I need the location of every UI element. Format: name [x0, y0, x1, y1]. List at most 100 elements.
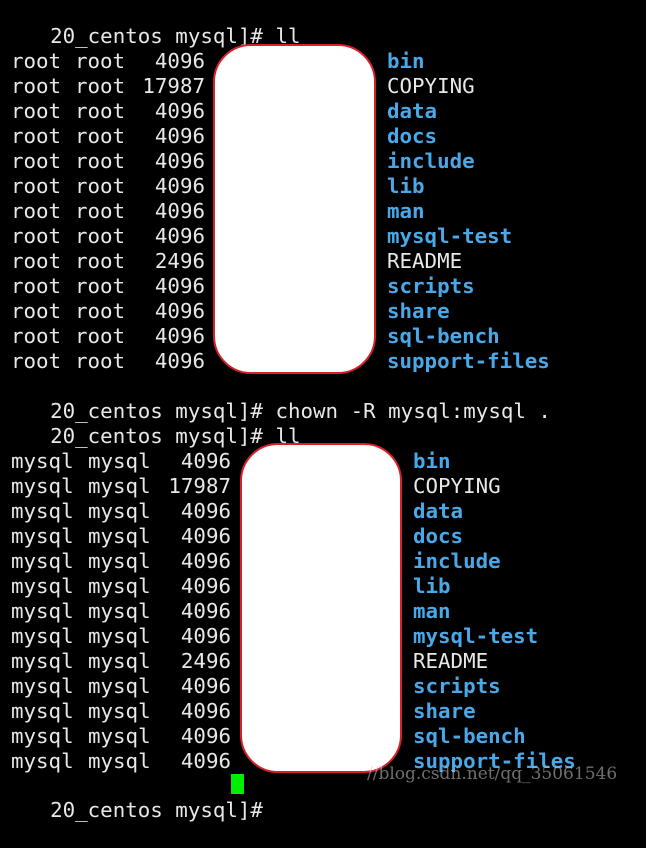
file-owner: root — [11, 199, 62, 223]
file-group: mysql — [88, 549, 151, 573]
directory-name[interactable]: man — [413, 599, 451, 624]
file-owner: root — [11, 299, 62, 323]
file-name[interactable]: COPYING — [413, 474, 501, 499]
directory-name[interactable]: share — [413, 699, 476, 724]
directory-name[interactable]: mysql-test — [413, 624, 538, 649]
directory-name[interactable]: lib — [413, 574, 451, 599]
file-size: 4096 — [154, 124, 205, 148]
directory-name[interactable]: bin — [387, 49, 425, 74]
file-group: root — [75, 249, 126, 273]
file-owner: root — [11, 249, 62, 273]
file-owner: root — [11, 99, 62, 123]
prompt-line: 20_centos mysql]# ll — [0, 0, 300, 48]
file-group: mysql — [88, 474, 151, 498]
file-name[interactable]: README — [387, 249, 462, 274]
file-size: 4096 — [180, 449, 231, 473]
file-size: 2496 — [154, 249, 205, 273]
directory-name[interactable]: docs — [413, 524, 463, 549]
directory-name[interactable]: scripts — [413, 674, 501, 699]
file-owner: mysql — [11, 499, 74, 523]
file-size: 4096 — [180, 549, 231, 573]
file-size: 4096 — [154, 324, 205, 348]
file-owner: mysql — [11, 599, 74, 623]
file-group: root — [75, 99, 126, 123]
file-size: 4096 — [180, 699, 231, 723]
file-owner: root — [11, 324, 62, 348]
file-group: mysql — [88, 574, 151, 598]
file-group: root — [75, 149, 126, 173]
file-owner: mysql — [11, 624, 74, 648]
directory-name[interactable]: scripts — [387, 274, 475, 299]
directory-name[interactable]: sql-bench — [413, 724, 526, 749]
file-group: mysql — [88, 649, 151, 673]
prompt-line: 20_centos mysql]# ll — [0, 399, 300, 448]
file-group: root — [75, 74, 126, 98]
file-name[interactable]: COPYING — [387, 74, 475, 99]
terminal-window[interactable]: 20_centos mysql]# ll root root 4096 bin root… — [0, 0, 646, 822]
directory-name[interactable]: include — [413, 549, 501, 574]
file-size: 4096 — [154, 299, 205, 323]
file-owner: root — [11, 174, 62, 198]
directory-name[interactable]: lib — [387, 174, 425, 199]
file-size: 4096 — [154, 224, 205, 248]
file-group: mysql — [88, 499, 151, 523]
file-group: root — [75, 324, 126, 348]
file-group: root — [75, 174, 126, 198]
file-owner: mysql — [11, 449, 74, 473]
file-size: 4096 — [180, 724, 231, 748]
file-group: mysql — [88, 674, 151, 698]
file-group: root — [75, 274, 126, 298]
directory-name[interactable]: data — [413, 499, 463, 524]
directory-name[interactable]: sql-bench — [387, 324, 500, 349]
file-size: 4096 — [180, 574, 231, 598]
file-size: 4096 — [180, 624, 231, 648]
directory-name[interactable]: include — [387, 149, 475, 174]
file-owner: mysql — [11, 649, 74, 673]
file-size: 4096 — [180, 599, 231, 623]
file-group: root — [75, 224, 126, 248]
file-owner: root — [11, 74, 62, 98]
file-group: root — [75, 199, 126, 223]
redaction-box — [240, 443, 402, 773]
file-size: 2496 — [180, 649, 231, 673]
file-owner: mysql — [11, 474, 74, 498]
file-owner: root — [11, 124, 62, 148]
file-group: mysql — [88, 749, 151, 773]
directory-name[interactable]: man — [387, 199, 425, 224]
file-group: root — [75, 349, 126, 373]
directory-name[interactable]: docs — [387, 124, 437, 149]
file-owner: mysql — [11, 574, 74, 598]
file-group: root — [75, 124, 126, 148]
watermark: //blog.csdn.net/qq_35061546 — [367, 764, 618, 784]
directory-name[interactable]: bin — [413, 449, 451, 474]
directory-name[interactable]: data — [387, 99, 437, 124]
file-name[interactable]: README — [413, 649, 488, 674]
file-size: 4096 — [180, 524, 231, 548]
file-owner: mysql — [11, 724, 74, 748]
file-group: root — [75, 299, 126, 323]
file-size: 4096 — [180, 674, 231, 698]
command-text: chown -R mysql:mysql . — [275, 399, 551, 423]
prompt-line: 20_centos mysql]# chown -R mysql:mysql . — [0, 374, 551, 423]
file-size: 4096 — [154, 49, 205, 73]
file-size: 17987 — [168, 474, 231, 498]
directory-name[interactable]: share — [387, 299, 450, 324]
file-size: 4096 — [180, 749, 231, 773]
file-owner: mysql — [11, 549, 74, 573]
file-size: 17987 — [142, 74, 205, 98]
file-group: mysql — [88, 599, 151, 623]
directory-name[interactable]: mysql-test — [387, 224, 512, 249]
file-size: 4096 — [180, 499, 231, 523]
file-size: 4096 — [154, 349, 205, 373]
directory-name[interactable]: support-files — [387, 349, 550, 374]
file-owner: root — [11, 349, 62, 373]
file-size: 4096 — [154, 174, 205, 198]
file-group: mysql — [88, 524, 151, 548]
file-size: 4096 — [154, 99, 205, 123]
file-size: 4096 — [154, 199, 205, 223]
file-owner: root — [11, 49, 62, 73]
file-owner: mysql — [11, 749, 74, 773]
redaction-box — [213, 44, 376, 374]
file-owner: mysql — [11, 674, 74, 698]
file-group: mysql — [88, 624, 151, 648]
